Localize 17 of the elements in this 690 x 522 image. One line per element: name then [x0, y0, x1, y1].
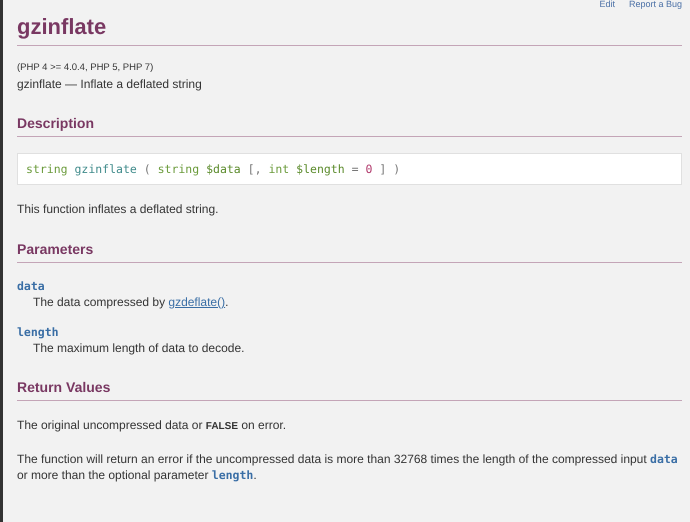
- method-signature: string gzinflate ( string $data [, int $length = 0 ] ): [17, 153, 682, 185]
- parameter-description: The data compressed by gzdeflate().: [33, 295, 230, 309]
- section-heading: Return Values: [17, 379, 682, 401]
- section-heading: Parameters: [17, 241, 682, 263]
- parameter-description: The maximum length of data to decode.: [33, 341, 246, 355]
- section-heading: Description: [17, 115, 682, 137]
- function-purpose: gzinflate — Inflate a deflated string: [17, 77, 203, 91]
- paragraph: The original uncompressed data or FALSE on error.: [17, 417, 288, 434]
- version-info: (PHP 4 >= 4.0.4, PHP 5, PHP 7): [17, 62, 154, 73]
- page-title: gzinflate: [17, 14, 682, 46]
- top-link[interactable]: Edit: [599, 0, 615, 8]
- parameter-name: data: [17, 279, 46, 293]
- paragraph: This function inflates a deflated string.: [17, 201, 220, 217]
- parameter-name: length: [17, 325, 60, 339]
- function-link[interactable]: gzdeflate(): [168, 295, 226, 309]
- top-link[interactable]: Report a Bug: [628, 0, 682, 8]
- paragraph: The function will return an error if the uncompressed data is more than 32768 times the length of the compressed input data or more than the optional parameter length.: [17, 451, 679, 483]
